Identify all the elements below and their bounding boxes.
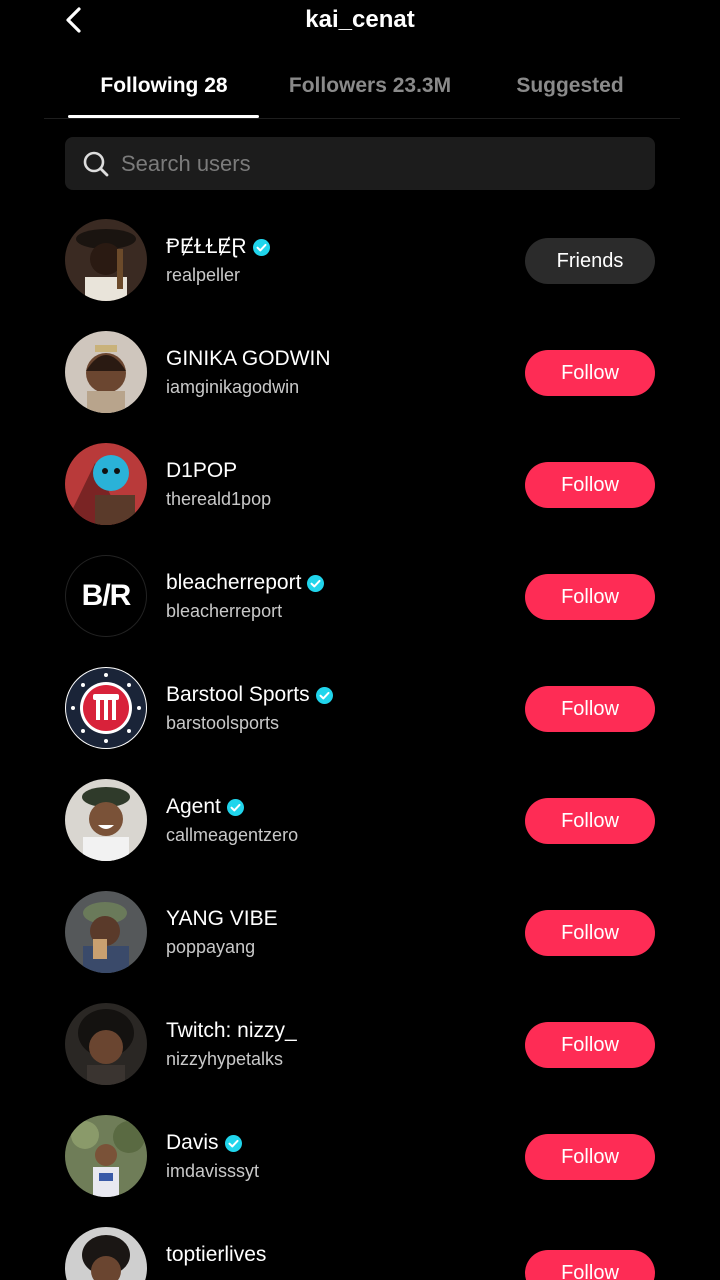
avatar[interactable]: [65, 891, 147, 973]
username: barstoolsports: [166, 713, 280, 733]
verified-badge-icon: [224, 1134, 242, 1152]
list-item[interactable]: Davis imdavisssyt Follow: [0, 1098, 720, 1210]
tab-followers[interactable]: Followers 23.3M: [280, 66, 460, 118]
user-names: ⱣɆⱢⱢɆⱤ realpeller: [166, 232, 506, 286]
tab-bar: Following 28 Followers 23.3M Suggested: [0, 66, 720, 120]
list-item[interactable]: D1POP thereald1pop Follow: [0, 426, 720, 538]
list-item[interactable]: toptierlives Follow: [0, 1210, 720, 1280]
username: thereald1pop: [166, 489, 272, 509]
follow-button[interactable]: Follow: [525, 686, 655, 732]
display-name: bleacherreport: [166, 571, 302, 594]
avatar[interactable]: [65, 331, 147, 413]
list-item[interactable]: B/R bleacherreport bleacherreport Follow: [0, 538, 720, 650]
display-name: YANG VIBE: [166, 907, 278, 930]
avatar[interactable]: B/R: [65, 555, 147, 637]
list-item[interactable]: GINIKA GODWIN iamginikagodwin Follow: [0, 314, 720, 426]
display-name: toptierlives: [166, 1243, 267, 1266]
tab-suggested[interactable]: Suggested: [506, 66, 634, 118]
display-name: D1POP: [166, 459, 238, 482]
avatar[interactable]: [65, 1115, 147, 1197]
tab-following[interactable]: Following 28: [68, 66, 260, 118]
display-name: GINIKA GODWIN: [166, 347, 331, 370]
list-item[interactable]: Barstool Sports barstoolsports Follow: [0, 650, 720, 762]
tabs-divider: [44, 118, 680, 119]
user-names: toptierlives: [166, 1240, 506, 1273]
avatar[interactable]: [65, 1227, 147, 1280]
username: nizzyhypetalks: [166, 1049, 284, 1069]
avatar[interactable]: [65, 1003, 147, 1085]
verified-badge-icon: [226, 798, 244, 816]
display-name: Barstool Sports: [166, 683, 310, 706]
follow-button[interactable]: Follow: [525, 1134, 655, 1180]
header: kai_cenat: [0, 0, 720, 44]
following-screen: kai_cenat Following 28 Followers 23.3M S…: [0, 0, 720, 1280]
user-names: Agent callmeagentzero: [166, 792, 506, 846]
user-names: Twitch: nizzy_ nizzyhypetalks: [166, 1016, 506, 1070]
follow-button[interactable]: Follow: [525, 1022, 655, 1068]
user-names: bleacherreport bleacherreport: [166, 568, 506, 622]
username: imdavisssyt: [166, 1161, 260, 1181]
username: poppayang: [166, 937, 256, 957]
display-name: ⱣɆⱢⱢɆⱤ: [166, 235, 247, 258]
display-name: Davis: [166, 1131, 219, 1154]
follow-button[interactable]: Follow: [525, 350, 655, 396]
verified-badge-icon: [315, 686, 333, 704]
follow-button[interactable]: Follow: [525, 462, 655, 508]
avatar[interactable]: [65, 219, 147, 301]
list-item[interactable]: Twitch: nizzy_ nizzyhypetalks Follow: [0, 986, 720, 1098]
username: bleacherreport: [166, 601, 283, 621]
user-names: Davis imdavisssyt: [166, 1128, 506, 1182]
search-input[interactable]: [119, 136, 655, 191]
user-names: D1POP thereald1pop: [166, 456, 506, 510]
list-item[interactable]: ⱣɆⱢⱢɆⱤ realpeller Friends: [0, 202, 720, 314]
follow-button[interactable]: Follow: [525, 910, 655, 956]
username: realpeller: [166, 265, 241, 285]
follow-button[interactable]: Follow: [525, 574, 655, 620]
page-title: kai_cenat: [305, 6, 415, 33]
list-item[interactable]: YANG VIBE poppayang Follow: [0, 874, 720, 986]
friends-button[interactable]: Friends: [525, 238, 655, 284]
verified-badge-icon: [252, 238, 270, 256]
username: iamginikagodwin: [166, 377, 300, 397]
list-item[interactable]: Agent callmeagentzero Follow: [0, 762, 720, 874]
avatar[interactable]: [65, 667, 147, 749]
user-names: GINIKA GODWIN iamginikagodwin: [166, 344, 506, 398]
avatar[interactable]: [65, 443, 147, 525]
username: callmeagentzero: [166, 825, 299, 845]
display-name: Agent: [166, 795, 221, 818]
search-icon: [81, 149, 111, 179]
user-names: YANG VIBE poppayang: [166, 904, 506, 958]
user-names: Barstool Sports barstoolsports: [166, 680, 506, 734]
display-name: Twitch: nizzy_: [166, 1019, 297, 1042]
follow-button[interactable]: Follow: [525, 1250, 655, 1280]
follow-button[interactable]: Follow: [525, 798, 655, 844]
bleacher-report-logo: B/R: [81, 579, 132, 612]
verified-badge-icon: [307, 574, 325, 592]
search-bar[interactable]: [65, 136, 655, 191]
avatar[interactable]: [65, 779, 147, 861]
